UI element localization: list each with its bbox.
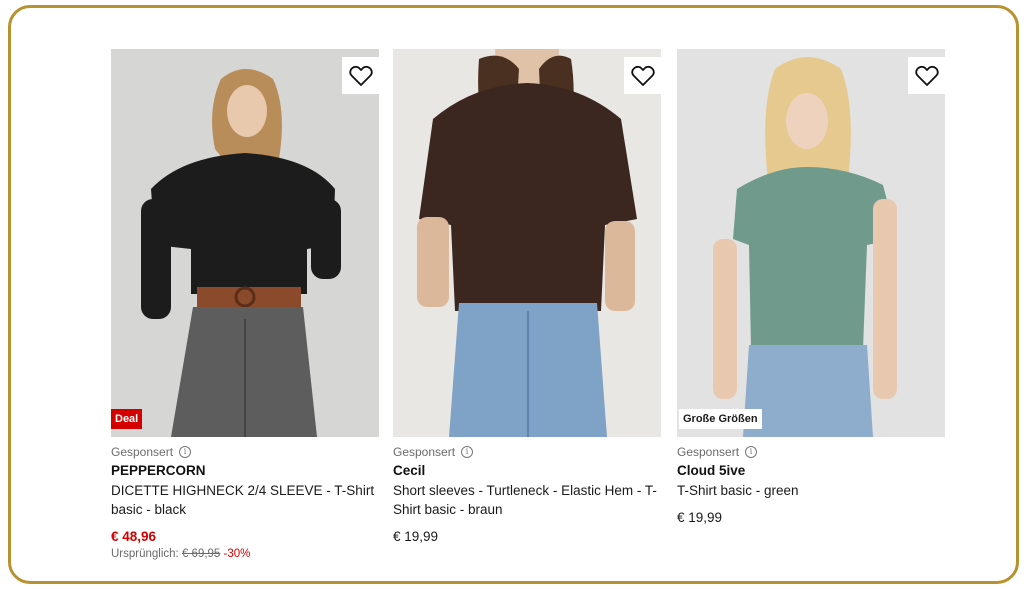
product-info: Gesponsert i PEPPERCORN DICETTE HIGHNECK… [111,437,379,561]
product-photo [393,49,661,437]
product-card-peppercorn[interactable]: Deal Gesponsert i PEPPERCORN DICETTE HIG… [111,49,379,561]
product-photo [111,49,379,437]
price: € 19,99 [677,510,723,525]
brand-name[interactable]: Cloud 5ive [677,462,945,479]
sponsored-row: Gesponsert i [393,445,661,459]
sponsored-label: Gesponsert [393,445,456,459]
brand-name[interactable]: PEPPERCORN [111,462,379,479]
price: € 19,99 [393,529,439,544]
wishlist-button[interactable] [342,57,379,94]
heart-icon [630,65,655,86]
product-image[interactable]: Deal [111,49,379,437]
wishlist-button[interactable] [624,57,661,94]
info-icon[interactable]: i [461,446,474,458]
product-name[interactable]: T-Shirt basic - green [677,481,945,500]
brand-name[interactable]: Cecil [393,462,661,479]
info-icon[interactable]: i [745,446,758,458]
plus-size-badge: Große Größen [679,409,762,429]
product-name[interactable]: Short sleeves - Turtleneck - Elastic Hem… [393,481,661,519]
deal-badge: Deal [111,409,143,429]
product-image[interactable]: Große Größen [677,49,945,437]
product-info: Gesponsert i Cloud 5ive T-Shirt basic - … [677,437,945,526]
frame: Deal Gesponsert i PEPPERCORN DICETTE HIG… [8,5,1019,584]
discount-percent: -30% [223,548,251,560]
original-price-row: Ursprünglich: € 69,95 -30% [111,547,379,561]
heart-icon [348,65,373,86]
product-name[interactable]: DICETTE HIGHNECK 2/4 SLEEVE - T-Shirt ba… [111,481,379,519]
original-label: Ursprünglich: [111,548,179,560]
sponsored-label: Gesponsert [111,445,174,459]
product-info: Gesponsert i Cecil Short sleeves - Turtl… [393,437,661,545]
sponsored-row: Gesponsert i [111,445,379,459]
original-price: € 69,95 [181,548,221,560]
sponsored-label: Gesponsert [677,445,740,459]
product-card-cloud-5ive[interactable]: Große Größen Gesponsert i Cloud 5ive T-S… [677,49,945,526]
sale-price: € 48,96 [111,529,157,544]
product-card-cecil[interactable]: Gesponsert i Cecil Short sleeves - Turtl… [393,49,661,545]
heart-icon [914,65,939,86]
sponsored-row: Gesponsert i [677,445,945,459]
product-image[interactable] [393,49,661,437]
info-icon[interactable]: i [179,446,192,458]
product-photo [677,49,945,437]
wishlist-button[interactable] [908,57,945,94]
